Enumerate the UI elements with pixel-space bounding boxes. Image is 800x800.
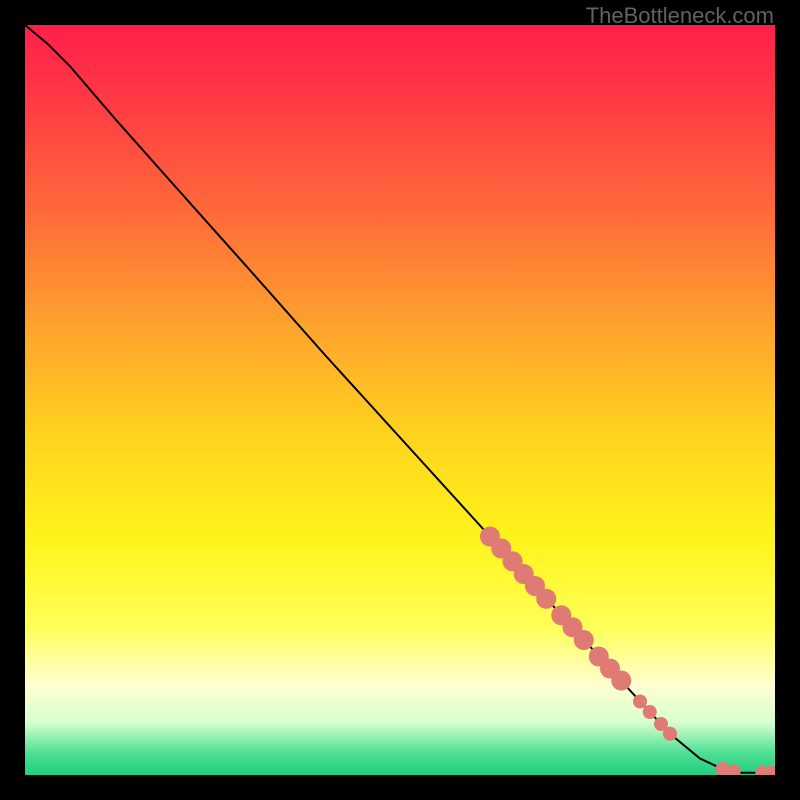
gradient-background	[25, 25, 775, 775]
marker-point	[611, 671, 631, 691]
marker-point	[663, 727, 677, 741]
marker-point	[643, 705, 657, 719]
marker-point	[536, 589, 556, 609]
marker-point	[633, 695, 647, 709]
marker-point	[574, 630, 594, 650]
chart-plot-area	[25, 25, 775, 775]
chart-svg	[25, 25, 775, 775]
